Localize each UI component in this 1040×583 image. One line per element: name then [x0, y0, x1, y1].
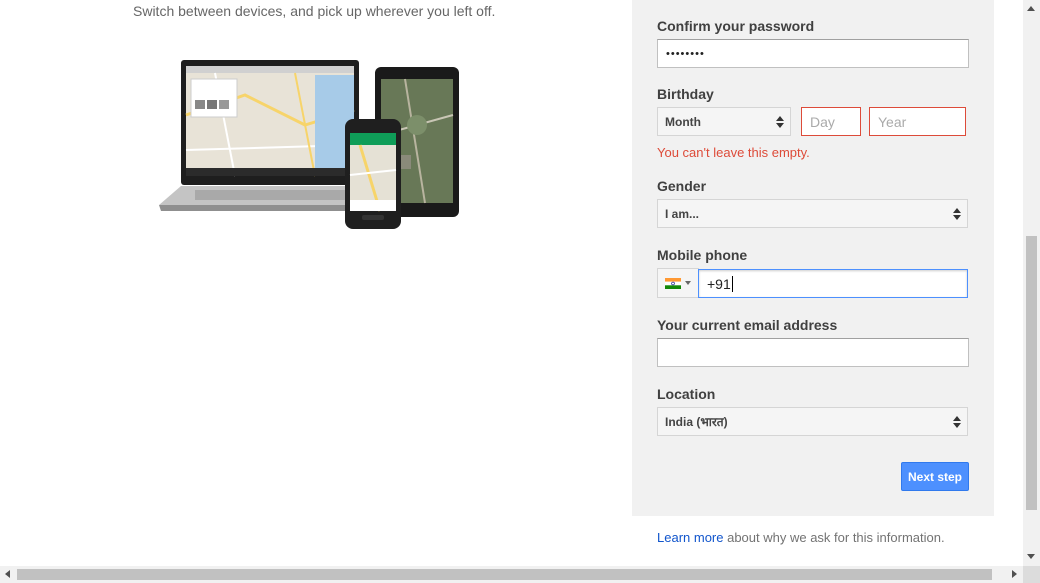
scroll-right-icon[interactable]: [1012, 570, 1017, 578]
mobile-phone-value: +91: [707, 275, 731, 292]
gender-value: I am...: [665, 206, 700, 221]
scroll-left-icon[interactable]: [5, 570, 10, 578]
text-cursor: [731, 275, 733, 292]
next-step-button[interactable]: Next step: [901, 462, 969, 491]
scroll-up-icon[interactable]: [1027, 6, 1035, 11]
mobile-phone-label: Mobile phone: [657, 247, 748, 263]
vertical-scroll-thumb[interactable]: [1026, 236, 1037, 510]
birthday-year-input[interactable]: Year: [869, 107, 966, 136]
info-note-text: about why we ask for this information.: [723, 530, 945, 545]
horizontal-scroll-thumb[interactable]: [17, 569, 992, 580]
birthday-label: Birthday: [657, 86, 714, 102]
scrollbar-corner: [1023, 566, 1040, 583]
select-arrows-icon: [953, 415, 961, 428]
gender-label: Gender: [657, 178, 707, 194]
email-label: Your current email address: [657, 317, 838, 333]
confirm-password-label: Confirm your password: [657, 18, 815, 34]
select-arrows-icon: [953, 207, 961, 220]
devices-illustration: [159, 60, 459, 229]
scroll-down-icon[interactable]: [1027, 554, 1035, 559]
location-label: Location: [657, 386, 716, 402]
email-input[interactable]: [657, 338, 969, 367]
signup-page: Switch between devices, and pick up wher…: [0, 0, 1040, 583]
gender-select[interactable]: I am...: [657, 199, 968, 228]
confirm-password-input[interactable]: ••••••••: [657, 39, 969, 68]
birthday-month-select[interactable]: Month: [657, 107, 791, 136]
devices-tagline: Switch between devices, and pick up wher…: [133, 3, 496, 19]
mobile-phone-input[interactable]: +91: [698, 269, 968, 298]
birthday-month-value: Month: [665, 114, 701, 129]
horizontal-scrollbar[interactable]: [0, 566, 1023, 583]
location-select[interactable]: India (भारत): [657, 407, 968, 436]
vertical-scrollbar[interactable]: [1023, 0, 1040, 566]
select-arrows-icon: [776, 115, 784, 128]
india-flag-icon: [665, 277, 681, 289]
birthday-error-message: You can't leave this empty.: [657, 145, 810, 160]
birthday-day-input[interactable]: Day: [801, 107, 861, 136]
country-code-dropdown[interactable]: [657, 268, 699, 298]
location-value: India (भारत): [665, 415, 728, 429]
info-note: Learn more about why we ask for this inf…: [657, 530, 945, 545]
chevron-down-icon: [685, 281, 691, 285]
learn-more-link[interactable]: Learn more: [657, 530, 723, 545]
